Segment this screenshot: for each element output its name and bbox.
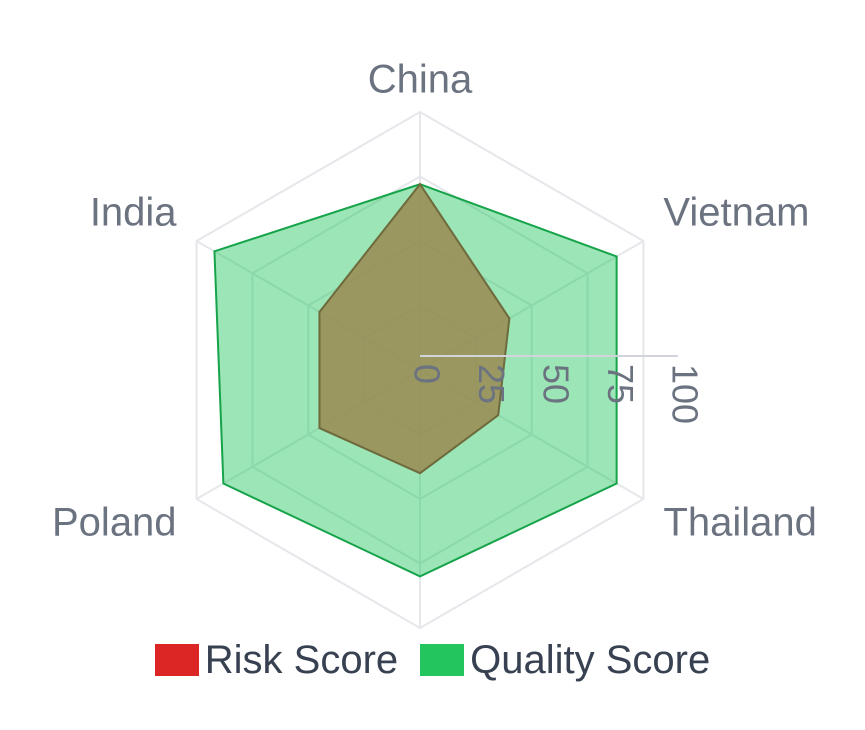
legend: Risk Score Quality Score: [0, 640, 865, 680]
tick-label-0: 0: [406, 364, 447, 384]
tick-label-75: 75: [600, 364, 641, 404]
axis-label-poland: Poland: [52, 501, 177, 545]
legend-swatch-quality-score: [420, 644, 465, 676]
legend-swatch-risk-score: [154, 644, 199, 676]
tick-label-25: 25: [471, 364, 512, 404]
legend-item-quality-score[interactable]: Quality Score: [420, 640, 710, 680]
axis-label-china: China: [368, 58, 473, 102]
legend-item-risk-score[interactable]: Risk Score: [154, 638, 399, 682]
radar-chart: 0255075100 ChinaVietnamThailandMexicoPol…: [52, 58, 817, 630]
axis-label-vietnam: Vietnam: [663, 191, 809, 235]
axis-label-thailand: Thailand: [663, 501, 816, 545]
tick-label-100: 100: [664, 364, 705, 424]
tick-label-50: 50: [535, 364, 576, 404]
legend-label-quality-score: Quality Score: [470, 638, 711, 682]
legend-label-risk-score: Risk Score: [204, 638, 399, 682]
axis-label-india: India: [90, 191, 177, 235]
